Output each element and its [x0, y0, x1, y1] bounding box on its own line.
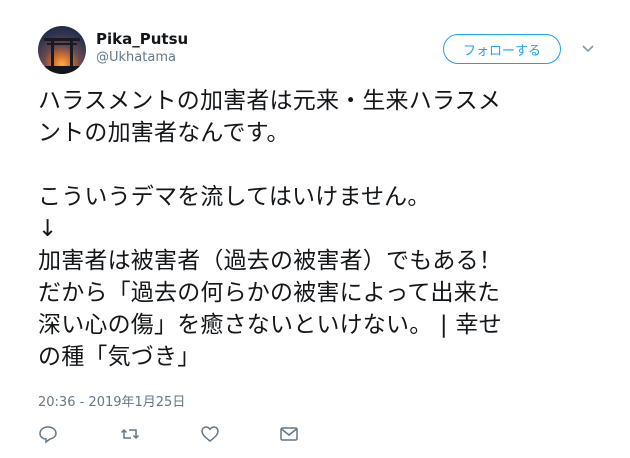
- heart-icon[interactable]: [200, 424, 220, 444]
- tweet-header: Pika_Putsu @Ukhatama フォローする: [38, 24, 610, 84]
- user-names: Pika_Putsu @Ukhatama: [96, 30, 188, 67]
- display-name[interactable]: Pika_Putsu: [96, 30, 188, 48]
- chevron-down-icon[interactable]: [579, 40, 597, 58]
- avatar[interactable]: [38, 26, 86, 74]
- reply-icon[interactable]: [38, 424, 58, 444]
- tweet-text: ハラスメントの加害者は元来・生来ハラスメ ントの加害者なんです。 こういうデマを…: [38, 88, 502, 370]
- follow-button[interactable]: フォローする: [443, 34, 561, 64]
- retweet-icon[interactable]: [120, 424, 140, 444]
- tweet-actions: [38, 424, 338, 444]
- envelope-icon[interactable]: [279, 424, 299, 444]
- torii-icon: [38, 38, 86, 74]
- tweet-timestamp[interactable]: 20:36 - 2019年1月25日: [38, 391, 185, 410]
- user-handle[interactable]: @Ukhatama: [96, 49, 188, 67]
